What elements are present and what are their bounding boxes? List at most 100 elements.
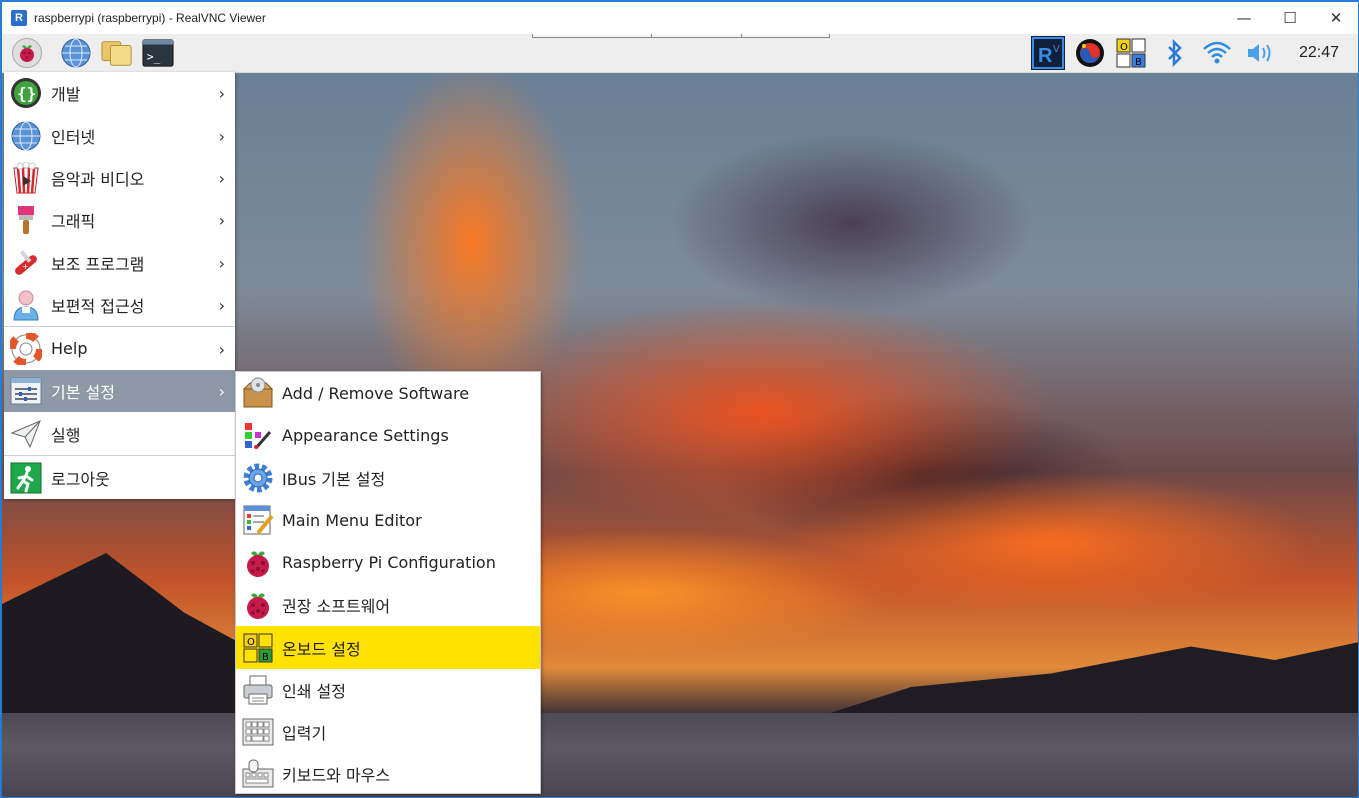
submenu-arrow-icon: › — [218, 339, 225, 359]
input-method-keyboard-icon — [242, 716, 274, 748]
keyboard-mouse-icon — [242, 758, 274, 790]
web-browser-icon[interactable] — [60, 37, 92, 69]
input-method-icon[interactable] — [1073, 37, 1107, 69]
submenu-item-label: Appearance Settings — [282, 426, 449, 445]
submenu-arrow-icon: › — [218, 296, 225, 315]
menu-item-graphics[interactable]: 그래픽 › — [4, 199, 235, 241]
submenu-item-label: 인쇄 설정 — [282, 682, 346, 701]
universal-access-icon — [9, 288, 43, 322]
bluetooth-icon[interactable] — [1158, 37, 1192, 69]
submenu-item-main-menu-editor[interactable]: Main Menu Editor — [236, 499, 540, 541]
submenu-item-label: Main Menu Editor — [282, 510, 422, 530]
menu-item-accessories[interactable]: + 보조 프로그램 › — [4, 241, 235, 284]
logout-icon — [9, 461, 43, 495]
onboard-settings-icon: OB — [242, 632, 274, 664]
menu-item-internet[interactable]: 인터넷 › — [4, 114, 235, 157]
submenu-arrow-icon: › — [218, 126, 225, 146]
pi-taskbar: >_ RV OB 22:47 — [2, 34, 1358, 73]
submenu-item-label: Raspberry Pi Configuration — [282, 553, 496, 572]
menu-item-logout[interactable]: 로그아웃 — [4, 456, 235, 499]
submenu-item-input-method[interactable]: 입력기 — [236, 711, 540, 753]
taskbar-clock[interactable]: 22:47 — [1299, 44, 1339, 62]
help-lifebuoy-icon — [9, 332, 43, 366]
menu-item-label: 인터넷 — [51, 127, 96, 147]
run-paper-plane-icon — [9, 417, 43, 451]
minimize-button[interactable]: — — [1221, 2, 1267, 34]
menu-item-label: 로그아웃 — [51, 469, 110, 489]
submenu-item-recommended-software[interactable]: 권장 소프트웨어 — [236, 584, 540, 626]
vnc-viewer-window: R raspberrypi (raspberrypi) - RealVNC Vi… — [0, 0, 1359, 798]
menu-item-run[interactable]: 실행 — [4, 412, 235, 455]
submenu-item-keyboard-and-mouse[interactable]: 키보드와 마우스 — [236, 753, 540, 795]
raspberry-config-icon — [242, 547, 274, 579]
wifi-icon[interactable] — [1200, 37, 1234, 69]
submenu-item-label: IBus 기본 설정 — [282, 470, 386, 489]
menu-item-label: 보조 프로그램 — [51, 254, 145, 274]
submenu-item-label: 권장 소프트웨어 — [282, 597, 391, 616]
svg-text:B: B — [262, 652, 269, 663]
menu-item-programming[interactable]: {} 개발 › — [4, 72, 235, 114]
menu-item-label: Help — [51, 339, 88, 358]
accessories-knife-icon: + — [9, 246, 43, 280]
close-button[interactable]: ✕ — [1313, 2, 1358, 34]
realvnc-icon: R — [11, 10, 27, 26]
internet-globe-icon — [9, 119, 43, 153]
submenu-item-appearance-settings[interactable]: Appearance Settings — [236, 414, 540, 457]
main-menu: {} 개발 › 인터넷 › 음악과 비디오 › 그래픽 › + 보조 프로그램 … — [4, 72, 235, 499]
preferences-submenu: Add / Remove Software Appearance Setting… — [235, 371, 541, 794]
menu-item-label: 그래픽 — [51, 212, 96, 231]
terminal-icon[interactable]: >_ — [142, 37, 174, 69]
menu-item-preferences[interactable]: 기본 설정 › — [4, 370, 235, 412]
submenu-arrow-icon: › — [218, 211, 225, 230]
svg-text:>_: >_ — [147, 51, 161, 64]
menu-item-label: 음악과 비디오 — [51, 170, 145, 189]
vnc-tray-letters: V — [1053, 44, 1060, 55]
submenu-item-ibus-preferences[interactable]: IBus 기본 설정 — [236, 457, 540, 499]
submenu-item-onboard-settings[interactable]: OB 온보드 설정 — [236, 626, 540, 669]
submenu-item-add-remove-software[interactable]: Add / Remove Software — [236, 372, 540, 414]
preferences-icon — [9, 374, 43, 408]
volume-icon[interactable] — [1243, 37, 1277, 69]
submenu-item-raspberry-pi-configuration[interactable]: Raspberry Pi Configuration — [236, 541, 540, 584]
wallpaper-mountain-left — [2, 553, 262, 723]
printer-icon — [242, 674, 274, 706]
vnc-toolbar-tab[interactable] — [532, 34, 830, 38]
vnc-server-icon[interactable]: RV — [1031, 36, 1065, 70]
wallpaper-water — [2, 713, 1358, 797]
svg-text:R: R — [1038, 45, 1053, 67]
svg-text:B: B — [1135, 57, 1142, 68]
window-title: raspberrypi (raspberrypi) - RealVNC View… — [34, 11, 266, 25]
menu-item-label: 개발 — [51, 85, 81, 104]
submenu-item-print-settings[interactable]: 인쇄 설정 — [236, 669, 540, 711]
sound-video-icon — [9, 161, 43, 195]
submenu-arrow-icon: › — [218, 84, 225, 103]
ibus-gear-icon — [242, 462, 274, 494]
menu-item-sound-video[interactable]: 음악과 비디오 › — [4, 157, 235, 199]
submenu-item-label: 키보드와 마우스 — [282, 766, 391, 785]
svg-text:{}: {} — [17, 84, 36, 103]
wallpaper-mountain-right — [799, 642, 1358, 723]
menu-editor-icon — [242, 504, 274, 536]
menu-item-label: 기본 설정 — [51, 383, 115, 402]
submenu-arrow-icon: › — [218, 169, 225, 188]
svg-text:+: + — [22, 262, 29, 271]
submenu-item-label: 입력기 — [282, 724, 327, 743]
appearance-icon — [242, 420, 274, 452]
menu-item-help[interactable]: Help › — [4, 327, 235, 370]
programming-icon: {} — [9, 76, 43, 110]
menu-item-universal-access[interactable]: 보편적 접근성 › — [4, 284, 235, 326]
submenu-item-label: Add / Remove Software — [282, 383, 470, 403]
submenu-arrow-icon: › — [218, 253, 225, 273]
window-title-bar[interactable]: R raspberrypi (raspberrypi) - RealVNC Vi… — [2, 2, 1358, 34]
recommended-software-icon — [242, 589, 274, 621]
submenu-item-label: 온보드 설정 — [282, 639, 361, 659]
raspberry-menu-icon[interactable] — [11, 37, 43, 69]
graphics-brush-icon — [9, 203, 43, 237]
onboard-keyboard-icon[interactable]: OB — [1114, 37, 1148, 69]
svg-text:O: O — [1120, 42, 1128, 53]
file-manager-icon[interactable] — [101, 37, 133, 69]
package-icon — [242, 377, 274, 409]
submenu-arrow-icon: › — [218, 382, 225, 401]
svg-text:O: O — [247, 637, 255, 648]
maximize-button[interactable]: ☐ — [1267, 2, 1313, 34]
